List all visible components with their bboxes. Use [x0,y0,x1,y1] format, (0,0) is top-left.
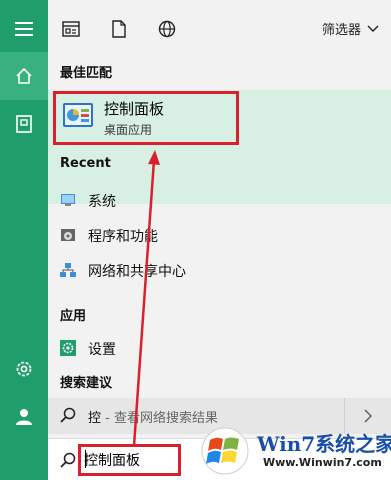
gear-icon [16,361,32,377]
search-icon [60,452,76,468]
programs-features-icon [61,229,75,241]
suggestions-heading: 搜索建议 [60,376,113,391]
filter-label: 筛选器 [321,23,361,38]
recent-item-label: 网络和共享中心 [88,264,186,280]
best-match-heading: 最佳匹配 [60,66,113,81]
recent-item-system[interactable]: 系统 [48,183,391,217]
settings-gear-icon [60,340,76,356]
suggestion-text: 控 - 查看网络搜索结果 [88,407,218,426]
menu-button[interactable] [0,5,48,53]
search-icon [60,407,76,423]
hamburger-icon [15,22,33,36]
recent-item-label: 系统 [88,194,116,210]
watermark-url: Www.Winwin7.com [263,456,382,469]
globe-icon [158,20,176,38]
apps-heading: 应用 [60,309,87,324]
documents-button[interactable] [0,100,48,148]
apps-window-icon [62,21,80,37]
search-scope-toolbar: 筛选器 [48,0,391,56]
system-monitor-icon [61,194,75,206]
chevron-down-icon [367,25,379,32]
best-match-annotation-box [53,91,239,145]
home-button[interactable] [0,52,48,100]
document-icon [112,20,126,38]
search-annotation-box [78,444,181,476]
suggestion-suffix: - 查看网络搜索结果 [101,411,218,426]
windows-logo-icon [201,427,249,475]
account-button[interactable] [0,393,48,441]
apps-scope-button[interactable] [60,18,82,40]
recent-heading: Recent [60,156,111,171]
home-icon [16,67,32,84]
filter-dropdown[interactable]: 筛选器 [322,19,379,38]
recent-item-label: 程序和功能 [88,229,158,245]
watermark: Win7系统之家 Www.Winwin7.com [197,426,391,476]
notebook-icon [16,115,32,133]
app-item-settings[interactable]: 设置 [48,331,391,365]
app-item-label: 设置 [88,342,116,358]
network-sharing-icon [60,263,76,277]
user-icon [16,409,32,425]
settings-button[interactable] [0,345,48,393]
chevron-right-icon [364,409,372,423]
web-scope-button[interactable] [156,18,178,40]
start-left-rail [0,0,48,480]
recent-item-network[interactable]: 网络和共享中心 [48,253,391,287]
watermark-brand: Win7系统之家 [257,432,391,456]
documents-scope-button[interactable] [108,18,130,40]
text-caret [85,450,86,468]
recent-item-programs[interactable]: 程序和功能 [48,218,391,252]
suggestion-query: 控 [88,411,102,426]
